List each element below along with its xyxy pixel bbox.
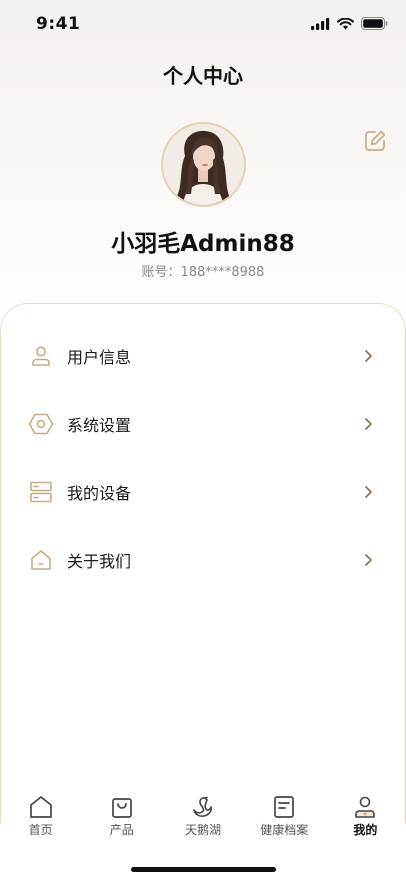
avatar[interactable] xyxy=(161,122,246,207)
account-value: 188****8988 xyxy=(180,265,265,280)
home-icon xyxy=(29,796,52,818)
home-indicator xyxy=(131,867,276,872)
status-time: 9:41 xyxy=(36,14,81,34)
status-bar: 9:41 xyxy=(0,0,406,48)
account-label: 账号： xyxy=(141,265,181,280)
tab-health-records[interactable]: 健康档案 xyxy=(244,790,325,850)
tab-label: 首页 xyxy=(28,823,53,837)
account-row: 账号：188****8988 xyxy=(0,261,406,280)
menu-card: 用户信息 系统设置 我的设备 关于我们 xyxy=(0,303,406,823)
menu-item-about-us[interactable]: 关于我们 xyxy=(1,533,406,587)
chevron-right-icon xyxy=(365,350,372,362)
health-record-icon xyxy=(274,796,295,818)
tab-products[interactable]: 产品 xyxy=(81,790,162,850)
device-server-icon xyxy=(28,479,54,505)
battery-icon xyxy=(361,17,388,30)
menu-item-user-info[interactable]: 用户信息 xyxy=(1,329,406,383)
tab-swan-lake[interactable]: 天鹅湖 xyxy=(162,790,243,850)
chevron-right-icon xyxy=(365,486,372,498)
nickname: 小羽毛Admin88 xyxy=(111,231,295,257)
cellular-signal-icon xyxy=(311,17,330,30)
tab-label: 我的 xyxy=(353,823,378,837)
menu-item-system-settings[interactable]: 系统设置 xyxy=(1,397,406,451)
shopping-bag-icon xyxy=(111,798,132,818)
swan-icon xyxy=(193,796,212,817)
edit-profile-button[interactable] xyxy=(362,128,388,154)
tab-label: 产品 xyxy=(109,823,134,837)
tab-label: 天鹅湖 xyxy=(185,823,222,837)
tab-home[interactable]: 首页 xyxy=(0,790,81,850)
edit-icon xyxy=(365,130,386,151)
user-icon xyxy=(28,343,54,369)
page-title: 个人中心 xyxy=(163,64,243,88)
profile-icon xyxy=(355,796,376,818)
about-house-icon xyxy=(28,547,54,573)
avatar-portrait-image xyxy=(163,124,243,204)
tab-mine[interactable]: 我的 xyxy=(325,790,406,850)
menu-item-label: 系统设置 xyxy=(67,416,132,435)
menu-item-label: 用户信息 xyxy=(67,348,132,367)
wifi-icon xyxy=(337,17,354,29)
settings-hexagon-icon xyxy=(28,411,54,437)
status-icons xyxy=(311,17,388,30)
tab-label: 健康档案 xyxy=(260,823,309,837)
chevron-right-icon xyxy=(365,418,372,430)
tab-bar: 首页 产品 天鹅湖 健康档案 我的 xyxy=(0,790,406,850)
menu-item-label: 关于我们 xyxy=(67,552,132,571)
chevron-right-icon xyxy=(365,554,372,566)
menu-item-my-devices[interactable]: 我的设备 xyxy=(1,465,406,519)
menu-item-label: 我的设备 xyxy=(67,484,132,503)
